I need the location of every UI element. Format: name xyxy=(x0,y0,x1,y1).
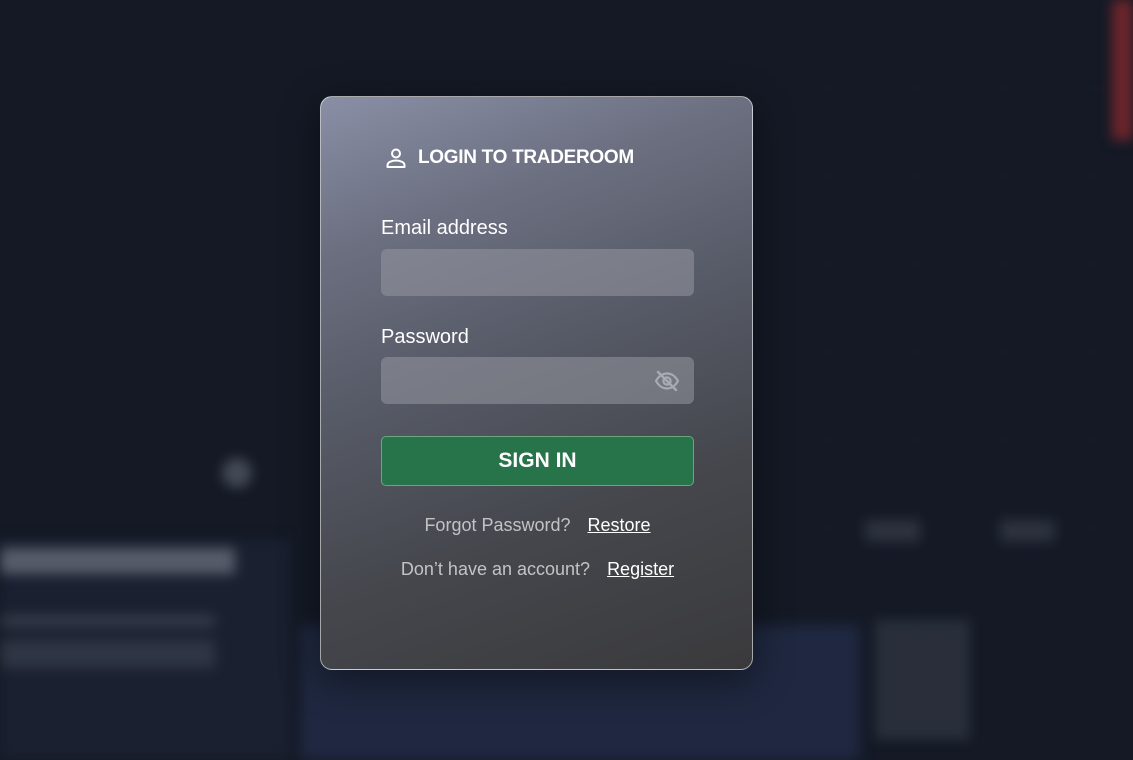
restore-link[interactable]: Restore xyxy=(588,515,651,535)
background-red-strip xyxy=(1112,0,1133,140)
background-text-block xyxy=(0,548,235,574)
email-field-wrapper xyxy=(381,249,694,296)
email-field[interactable] xyxy=(381,249,694,296)
register-row: Don’t have an account? Register xyxy=(321,559,754,580)
login-title: LOGIN TO TRADEROOM xyxy=(418,147,634,168)
login-card: LOGIN TO TRADEROOM Email address Passwor… xyxy=(320,96,753,670)
login-header: LOGIN TO TRADEROOM xyxy=(384,146,634,170)
password-label: Password xyxy=(381,326,469,348)
user-icon xyxy=(386,148,406,168)
background-chip xyxy=(1000,520,1055,542)
background-chip xyxy=(865,520,920,542)
eye-off-icon[interactable] xyxy=(654,369,680,393)
background-text-block xyxy=(0,615,215,627)
password-field[interactable] xyxy=(381,357,694,404)
background-text-block xyxy=(0,640,215,668)
email-label: Email address xyxy=(381,217,508,239)
background-right-list xyxy=(875,620,970,740)
forgot-password-text: Forgot Password? xyxy=(424,515,571,535)
background-scroll-knob xyxy=(222,458,252,488)
password-field-wrapper xyxy=(381,357,694,404)
register-link[interactable]: Register xyxy=(607,559,674,579)
forgot-password-row: Forgot Password? Restore xyxy=(321,515,754,536)
sign-in-button[interactable]: SIGN IN xyxy=(381,436,694,486)
no-account-text: Don’t have an account? xyxy=(400,559,591,579)
